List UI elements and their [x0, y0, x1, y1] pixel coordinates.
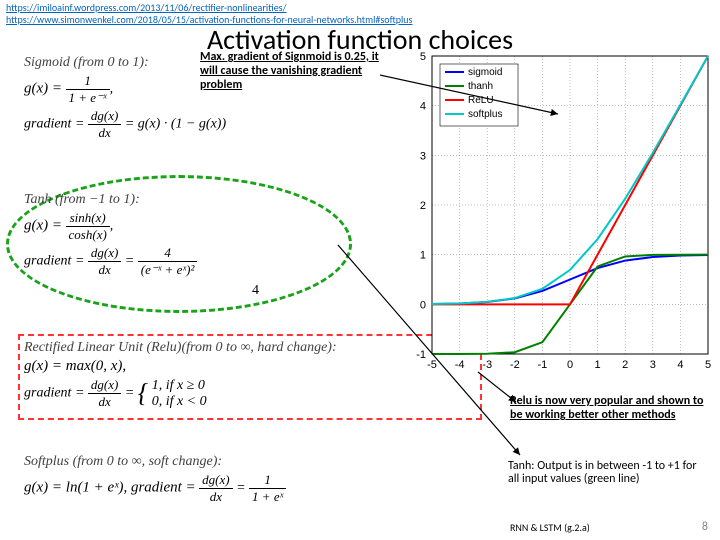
svg-text:sigmoid: sigmoid — [468, 67, 502, 78]
svg-text:2: 2 — [420, 200, 426, 212]
svg-text:2: 2 — [622, 359, 628, 371]
svg-text:4: 4 — [677, 359, 683, 371]
svg-text:-2: -2 — [510, 359, 520, 371]
tanh-rhs-num: 4 — [138, 245, 198, 262]
footer-text: RNN & LSTM (g.2.a) — [510, 521, 590, 534]
svg-text:thanh: thanh — [468, 81, 493, 92]
relu-case-0: 0, if x < 0 — [152, 394, 207, 410]
svg-text:-5: -5 — [427, 359, 437, 371]
page-number: 8 — [702, 520, 708, 534]
svg-text:4: 4 — [420, 101, 426, 113]
stray-4: 4 — [252, 283, 259, 299]
activation-chart: -5 -4 -3 -2 -1 0 1 2 3 4 5 -1 0 1 2 3 4 5 sigmoid thanh ReLU… — [398, 48, 716, 378]
relu-grad-num: dg(x) — [88, 377, 121, 394]
tanh-eq: = — [125, 254, 134, 269]
relu-g: g(x) = max(0, x), — [24, 358, 126, 374]
sigmoid-grad-rhs: = g(x) · (1 − g(x)) — [125, 117, 226, 132]
sigmoid-grad-num: dg(x) — [88, 108, 121, 125]
sigmoid-g-den: 1 + e⁻ˣ — [66, 90, 110, 106]
relu-case-1: 1, if x ≥ 0 — [152, 378, 207, 394]
formula-tanh-head: Tanh (from −1 to 1): — [24, 192, 384, 208]
sigmoid-g-num: 1 — [66, 73, 110, 90]
tanh-rhs-den: (e⁻ˣ + eˣ)² — [138, 262, 198, 278]
tanh-g-num: sinh(x) — [66, 210, 110, 227]
svg-text:5: 5 — [705, 359, 711, 371]
tanh-grad-den: dx — [88, 262, 121, 278]
softplus-g: g(x) = ln(1 + eˣ), gradient = — [24, 480, 196, 496]
relu-eq: = — [125, 386, 134, 401]
svg-text:3: 3 — [420, 150, 426, 162]
svg-text:1: 1 — [595, 359, 601, 371]
svg-text:-3: -3 — [482, 359, 492, 371]
relu-grad-den: dx — [88, 394, 121, 410]
sigmoid-g-lhs: g(x) = — [24, 81, 62, 97]
svg-text:softplus: softplus — [468, 109, 502, 120]
softplus-grad-num: dg(x) — [199, 472, 232, 489]
formula-tanh: Tanh (from −1 to 1): g(x) = sinh(x)cosh(… — [24, 192, 384, 280]
softplus-grad-den: dx — [199, 489, 232, 505]
svg-text:ReLU: ReLU — [468, 95, 494, 106]
svg-text:1: 1 — [420, 250, 426, 262]
annotation-relu: Relu is now very popular and shown to be… — [510, 394, 710, 422]
formula-sigmoid-head: Sigmoid (from 0 to 1): — [24, 55, 384, 71]
annotation-tanh: Tanh: Output is in between -1 to +1 for … — [508, 460, 708, 486]
tanh-grad-lhs: gradient = — [24, 254, 84, 269]
tanh-grad-num: dg(x) — [88, 245, 121, 262]
svg-text:-1: -1 — [538, 359, 548, 371]
formula-softplus: Softplus (from 0 to ∞, soft change): g(x… — [24, 454, 484, 507]
formula-softplus-head: Softplus (from 0 to ∞, soft change): — [24, 454, 484, 470]
sigmoid-grad-den: dx — [88, 125, 121, 141]
svg-text:3: 3 — [650, 359, 656, 371]
formula-sigmoid: Sigmoid (from 0 to 1): g(x) = 11 + e⁻ˣ, … — [24, 55, 384, 143]
sigmoid-grad-lhs: gradient = — [24, 117, 84, 132]
softplus-rhs-den: 1 + eˣ — [249, 489, 286, 505]
softplus-eq: = — [236, 481, 245, 496]
relu-grad-lhs: gradient = — [24, 386, 84, 401]
softplus-rhs-num: 1 — [249, 472, 286, 489]
svg-text:5: 5 — [420, 51, 426, 63]
svg-text:-1: -1 — [416, 349, 426, 361]
svg-text:-4: -4 — [455, 359, 465, 371]
tanh-g-lhs: g(x) = — [24, 218, 62, 234]
svg-text:0: 0 — [420, 299, 426, 311]
tanh-g-den: cosh(x) — [66, 227, 110, 243]
svg-text:0: 0 — [567, 359, 573, 371]
